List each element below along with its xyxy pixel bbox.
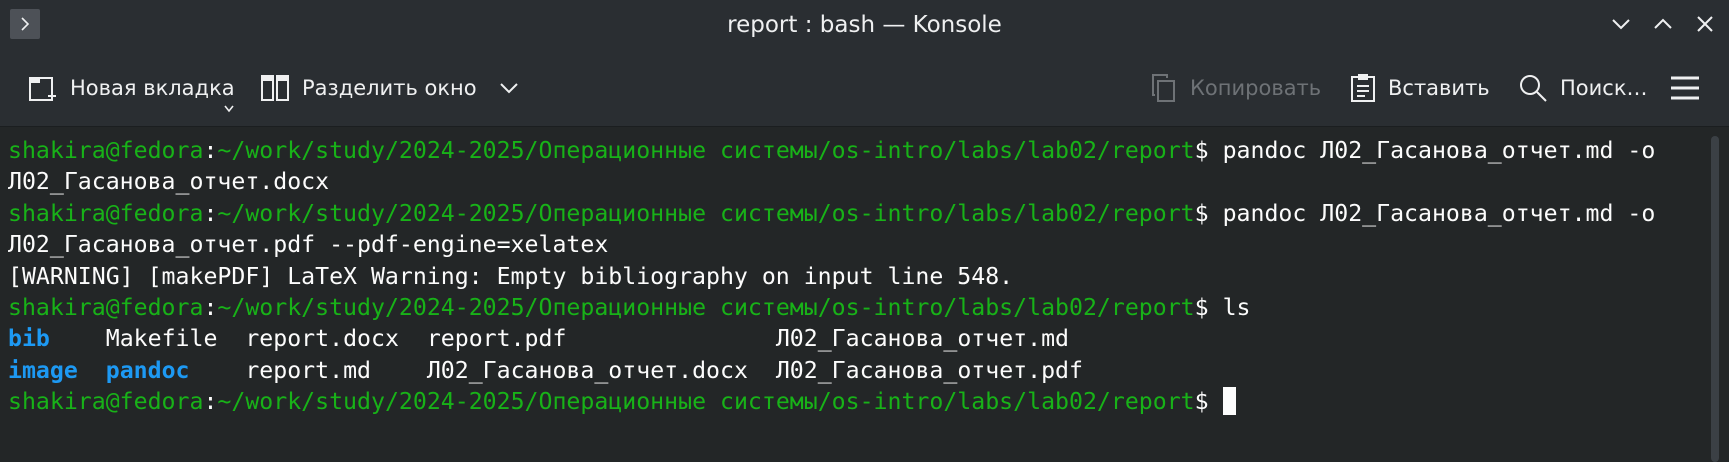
prompt-path: ~/work/study/2024-2025/Операционные сист… [217,388,1195,416]
chevron-up-icon [1654,18,1672,29]
close-icon [1697,16,1713,32]
maximize-button[interactable] [1651,12,1675,36]
prompt-colon: : [203,294,218,322]
konsole-window: report : bash — Konsole Новая вкладка Ра… [0,0,1729,462]
split-view-button[interactable]: Разделить окно [260,68,519,108]
paste-icon [1350,73,1376,103]
copy-icon [1150,73,1178,103]
prompt-path: ~/work/study/2024-2025/Операционные сист… [217,294,1195,322]
minimize-button[interactable] [1609,12,1633,36]
split-view-icon [260,73,290,103]
ls-file: report.pdf [426,325,567,353]
hamburger-menu-button[interactable] [1670,68,1700,108]
ls-file: Л02_Гасанова_отчет.md [775,325,1070,353]
new-tab-button[interactable]: Новая вкладка [28,68,235,113]
prompt-user: shakira@fedora [8,294,204,322]
prompt-user: shakira@fedora [8,388,204,416]
command-text: ls [1222,294,1251,322]
terminal-line: shakira@fedora:~/work/study/2024-2025/Оп… [8,387,1236,416]
prompt-path: ~/work/study/2024-2025/Операционные сист… [217,199,1195,227]
ls-spacing [217,325,245,352]
ls-file: report.md [245,356,371,384]
copy-button[interactable]: Копировать [1150,68,1321,108]
chevron-down-icon [1612,19,1630,30]
terminal-line: Л02_Гасанова_отчет.docx [8,168,330,196]
prompt-user: shakira@fedora [8,137,204,164]
ls-file: report.docx [245,325,399,353]
ls-file: Makefile [105,325,218,353]
ls-spacing [50,325,106,352]
split-view-label: Разделить окно [302,76,477,100]
terminal-line: shakira@fedora:~/work/study/2024-2025/Оп… [8,294,1250,321]
window-title: report : bash — Konsole [727,12,1002,38]
command-text: pandoc Л02_Гасанова_отчет.md -o [1222,199,1656,227]
ls-spacing [371,357,427,384]
ls-file: Л02_Гасанова_отчет.pdf [775,356,1083,384]
find-label: Поиск… [1560,76,1648,100]
copy-label: Копировать [1190,76,1322,100]
window-controls [1609,12,1717,36]
ls-directory: pandoc [105,356,190,384]
terminal-line: shakira@fedora:~/work/study/2024-2025/Оп… [8,200,1655,227]
new-tab-label: Новая вкладка [70,76,235,100]
paste-label: Вставить [1388,76,1490,100]
ls-file: Л02_Гасанова_отчет.docx [426,356,748,384]
ls-spacing [190,357,246,384]
ls-row: image pandoc report.md Л02_Гасанова_отче… [8,357,1083,384]
ls-spacing [566,325,775,352]
terminal-line: shakira@fedora:~/work/study/2024-2025/Оп… [8,137,1655,164]
ls-spacing [748,357,776,384]
ls-directory: image [8,356,78,384]
search-icon [1518,73,1548,103]
prompt-path: ~/work/study/2024-2025/Операционные сист… [217,137,1195,164]
text-cursor [1222,387,1236,416]
terminal-output: shakira@fedora:~/work/study/2024-2025/Оп… [8,135,1655,418]
title-bar: report : bash — Konsole [0,0,1729,50]
prompt-symbol: $ [1194,137,1223,164]
prompt-user: shakira@fedora [8,199,204,227]
prompt-colon: : [203,199,218,227]
prompt-symbol: $ [1194,294,1223,322]
find-button[interactable]: Поиск… [1518,68,1648,108]
prompt-symbol: $ [1194,199,1223,227]
terminal-scrollbar[interactable] [1711,136,1719,462]
terminal-view[interactable]: shakira@fedora:~/work/study/2024-2025/Оп… [0,127,1729,462]
ls-row: bib Makefile report.docx report.pdf Л02_… [8,325,1069,352]
paste-button[interactable]: Вставить [1350,68,1490,108]
new-tab-icon [28,72,58,104]
toolbar: Новая вкладка Разделить окно Копировать … [0,50,1729,127]
close-button[interactable] [1693,12,1717,36]
ls-spacing [78,357,106,384]
command-text: pandoc Л02_Гасанова_отчет.md -o [1222,137,1656,164]
split-view-dropdown-icon[interactable] [499,81,519,95]
new-tab-dropdown-icon[interactable] [224,94,234,118]
hamburger-menu-icon [1670,75,1700,101]
prompt-symbol: $ [1194,388,1223,416]
warning-line: [WARNING] [makePDF] LaTeX Warning: Empty… [8,262,1014,290]
prompt-colon: : [203,388,218,416]
ls-directory: bib [8,325,50,353]
ls-spacing [399,325,427,352]
terminal-line: Л02_Гасанова_отчет.pdf --pdf-engine=xela… [8,231,609,259]
prompt-colon: : [203,137,218,164]
